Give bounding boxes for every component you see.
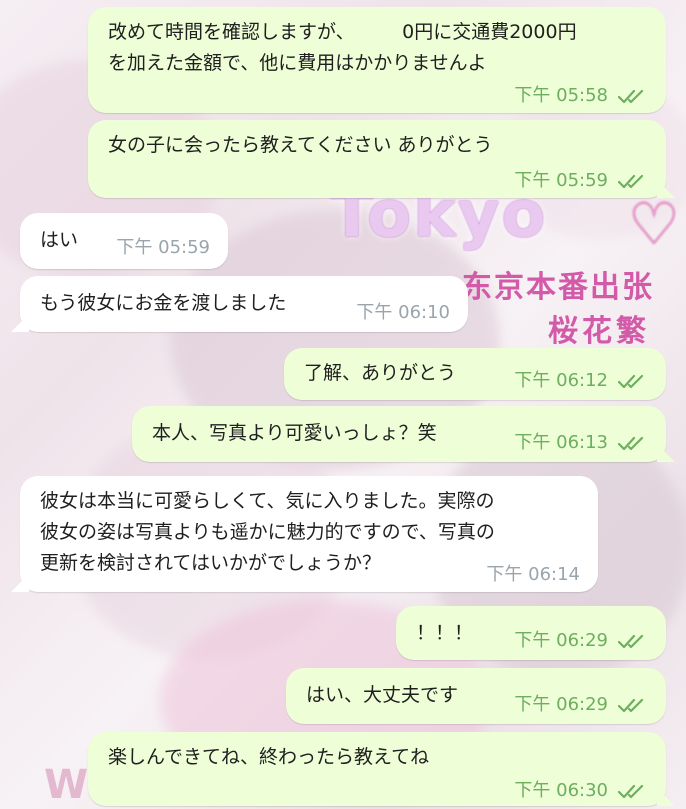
wallpaper-brand-line-1: 东京本番出张 [462, 270, 654, 305]
heart-icon: ♡ [628, 190, 680, 258]
message-meta: 下午 05:58 [514, 85, 648, 107]
message-meta: 下午 06:13 [514, 432, 648, 454]
message-bubble-incoming[interactable]: 彼女は本当に可愛らしくて、気に入りました。実際の 彼女の姿は写真よりも遥かに魅力… [11, 476, 598, 592]
message-time: 下午 06:29 [514, 694, 608, 715]
message-time: 下午 06:12 [514, 370, 608, 391]
message-text: 女の子に会ったら教えてください ありがとう [108, 134, 493, 156]
message-time: 下午 06:30 [514, 780, 608, 801]
message-bubble-outgoing[interactable]: 本人、写真より可愛いっしょ？笑 下午 06:13 [132, 406, 675, 462]
message-time: 下午 06:13 [514, 432, 608, 453]
message-meta: 下午 06:29 [514, 694, 648, 716]
double-check-icon [618, 436, 644, 451]
message-text: 改めて時間を確認しますが、 0円に交通費2000円 を加えた金額で、他に費用はか… [108, 21, 577, 74]
message-bubble-outgoing[interactable]: はい、大丈夫です 下午 06:29 [286, 668, 666, 724]
double-check-icon [618, 698, 644, 713]
message-meta: 下午 05:59 [514, 170, 648, 192]
message-bubble-outgoing[interactable]: ！！！ 下午 06:29 [396, 606, 666, 660]
message-bubble-outgoing[interactable]: 改めて時間を確認しますが、 0円に交通費2000円 を加えた金額で、他に費用はか… [88, 7, 666, 113]
message-time: 下午 06:10 [356, 302, 450, 323]
message-bubble-incoming[interactable]: もう彼女にお金を渡しました 下午 06:10 [11, 276, 468, 332]
message-bubble-outgoing[interactable]: 了解、ありがとう 下午 06:12 [284, 348, 666, 400]
message-meta: 下午 06:10 [356, 302, 450, 324]
message-bubble-incoming[interactable]: はい 下午 05:59 [20, 213, 228, 269]
message-meta: 下午 05:59 [116, 237, 210, 259]
double-check-icon [618, 174, 644, 189]
wallpaper-watermark: W [44, 762, 89, 808]
message-bubble-outgoing[interactable]: 楽しんできてね、終わったら教えてね 下午 06:30 [88, 732, 675, 806]
wallpaper-brand-line-2: 桜花繁 [548, 314, 650, 349]
message-bubble-outgoing[interactable]: 女の子に会ったら教えてください ありがとう 下午 05:59 [88, 120, 675, 198]
message-time: 下午 06:14 [486, 564, 580, 585]
message-meta: 下午 06:14 [486, 564, 580, 586]
message-text: 楽しんできてね、終わったら教えてね [108, 746, 430, 768]
message-time: 下午 05:59 [116, 237, 210, 258]
double-check-icon [618, 784, 644, 799]
message-meta: 下午 06:29 [514, 630, 648, 652]
message-time: 下午 06:29 [514, 630, 608, 651]
message-time: 下午 05:59 [514, 170, 608, 191]
message-meta: 下午 06:30 [514, 780, 648, 802]
double-check-icon [618, 89, 644, 104]
double-check-icon [618, 374, 644, 389]
double-check-icon [618, 634, 644, 649]
message-meta: 下午 06:12 [514, 370, 648, 392]
message-time: 下午 05:58 [514, 85, 608, 106]
